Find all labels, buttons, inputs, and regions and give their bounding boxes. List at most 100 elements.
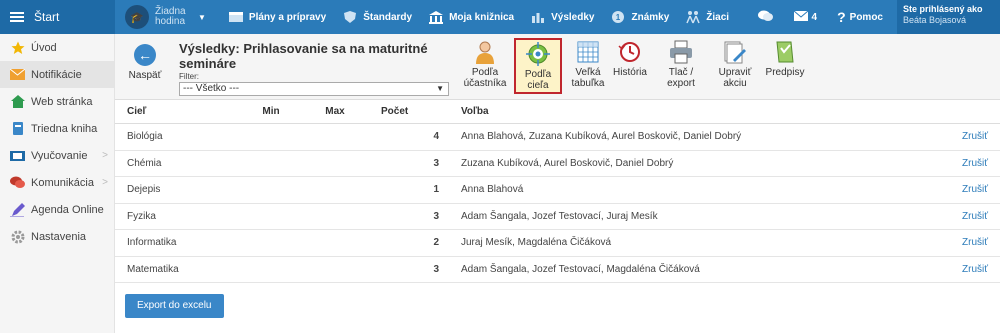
sidebar-item-label: Vyučovanie [31,149,88,162]
grid-icon [576,40,600,64]
home-icon [10,95,25,109]
cancel-link[interactable]: Zrušiť [940,184,1000,195]
header-volba[interactable]: Voľba [443,106,940,117]
cell-volba: Juraj Mesík, Magdaléna Čičáková [461,237,612,249]
nav-ziaci[interactable]: Žiaci [677,0,737,34]
cell-pocet: 3 [433,210,439,222]
book-icon [10,122,25,136]
cancel-link[interactable]: Zrušiť [940,211,1000,222]
table-row: Informatika 2 Juraj Mesík, Magdaléna Čič… [115,230,1000,257]
sidebar-item-web[interactable]: Web stránka [0,88,114,115]
user-info[interactable]: Ste prihlásený ako Beáta Bojasová [897,0,1000,34]
lesson-label: Žiadna hodina [155,6,186,27]
lesson-selector[interactable]: 🎓 Žiadna hodina ▼ [125,5,206,29]
header-pocet[interactable]: Počet [367,106,443,117]
cell-ciel: Informatika [127,237,177,249]
grades-icon: 1 [610,10,626,24]
table-row: Biológia 4 Anna Blahová, Zuzana Kubíková… [115,124,1000,151]
export-excel-button[interactable]: Export do excelu [125,294,224,318]
nav-label: Plány a prípravy [248,11,327,23]
messages-count: 4 [811,11,818,23]
cell-ciel: Biológia [127,131,163,143]
sidebar-item-label: Nastavenia [31,230,87,243]
button-label: Tlač / export [667,67,695,89]
nav-znamky[interactable]: 1 Známky [602,0,677,34]
question-icon: ? [837,9,846,25]
cancel-link[interactable]: Zrušiť [940,158,1000,169]
sidebar-item-komunikacia[interactable]: Komunikácia > [0,169,114,196]
regulations-button[interactable]: Predpisy [761,40,809,78]
chevron-right-icon: > [102,177,108,188]
sidebar-item-uvod[interactable]: Úvod [0,34,114,61]
nav-label: Moja knižnica [449,11,515,23]
cell-ciel: Matematika [127,263,179,275]
history-button[interactable]: História [606,40,654,78]
sidebar-item-vyucovanie[interactable]: Vyučovanie > [0,142,114,169]
button-label: Podľa cieľa [524,69,552,91]
button-label: Veľká tabuľka [571,67,605,89]
by-target-button[interactable]: Podľa cieľa [514,38,562,94]
calendar-icon [228,10,244,24]
nav-standardy[interactable]: Štandardy [334,0,420,34]
graduation-cap-icon: 🎓 [125,5,149,29]
nav-kniznica[interactable]: Moja knižnica [420,0,522,34]
table-row: Dejepis 1 Anna Blahová Zrušiť [115,177,1000,204]
envelope-icon [793,10,808,24]
chat-button[interactable] [748,9,784,26]
help-button[interactable]: ? Pomoc [827,9,897,25]
sidebar-item-nastavenia[interactable]: Nastavenia [0,223,114,250]
chat-bubbles-icon [757,9,774,26]
nav-plany[interactable]: Plány a prípravy [220,0,334,34]
chat-icon [10,176,25,190]
bar-chart-icon [530,10,546,24]
button-label: Podľa účastníka [463,67,507,89]
table-row: Chémia 3 Zuzana Kubíková, Aurel Boskovič… [115,151,1000,177]
header-ciel[interactable]: Cieľ [115,106,239,117]
chevron-down-icon: ▼ [198,12,206,22]
button-label: Predpisy [765,67,805,78]
messages-button[interactable]: 4 [784,10,828,24]
sidebar-item-label: Triedna kniha [31,122,98,135]
back-button[interactable]: ← Naspäť [127,44,163,81]
header-min[interactable]: Min [239,106,303,117]
user-status: Ste prihlásený ako [903,4,983,14]
back-label: Naspäť [128,70,162,81]
svg-text:1: 1 [616,13,621,22]
sidebar-item-agenda[interactable]: Agenda Online [0,196,114,223]
edit-document-icon [723,40,747,64]
nav-label: Výsledky [551,11,595,23]
print-export-button[interactable]: Tlač / export [657,40,705,89]
edit-action-button[interactable]: Upraviť akciu [711,40,759,89]
regulations-icon [773,40,797,64]
sidebar-item-triedna-kniha[interactable]: Triedna kniha [0,115,114,142]
start-button[interactable]: Štart [0,0,115,34]
by-participant-button[interactable]: Podľa účastníka [461,40,509,89]
sidebar-item-notifikacie[interactable]: Notifikácie [0,61,114,88]
cancel-link[interactable]: Zrušiť [940,237,1000,248]
cell-volba: Adam Šangala, Jozef Testovací, Magdaléna… [461,263,700,275]
cell-volba: Anna Blahová [461,184,524,196]
nav-vysledky[interactable]: Výsledky [522,0,602,34]
main-nav: Plány a prípravy Štandardy Moja knižnica… [220,0,737,34]
user-name: Beáta Bojasová [903,15,967,25]
header-max[interactable]: Max [303,106,367,117]
gear-icon [10,230,25,244]
big-table-button[interactable]: Veľká tabuľka [564,40,612,89]
results-table: Cieľ Min Max Počet Voľba Biológia 4 Anna… [115,100,1000,283]
person-icon [473,40,497,64]
arrow-left-icon: ← [134,44,156,66]
pen-icon [10,202,25,217]
cell-volba: Zuzana Kubíková, Aurel Boskovič, Daniel … [461,157,674,169]
students-icon [685,10,701,24]
filter-select[interactable]: --- Všetko --- ▼ [179,82,449,96]
nav-label: Štandardy [363,11,413,23]
cancel-link[interactable]: Zrušiť [940,264,1000,275]
start-label: Štart [34,10,60,24]
shield-icon [342,10,358,24]
cancel-link[interactable]: Zrušiť [940,131,1000,142]
cell-ciel: Chémia [127,157,162,169]
sidebar-item-label: Agenda Online [31,203,104,216]
cell-pocet: 2 [433,237,439,249]
filter-value: --- Všetko --- [183,83,240,94]
topbar-right: 4 ? Pomoc Ste prihlásený ako Beáta Bojas… [748,0,1000,34]
